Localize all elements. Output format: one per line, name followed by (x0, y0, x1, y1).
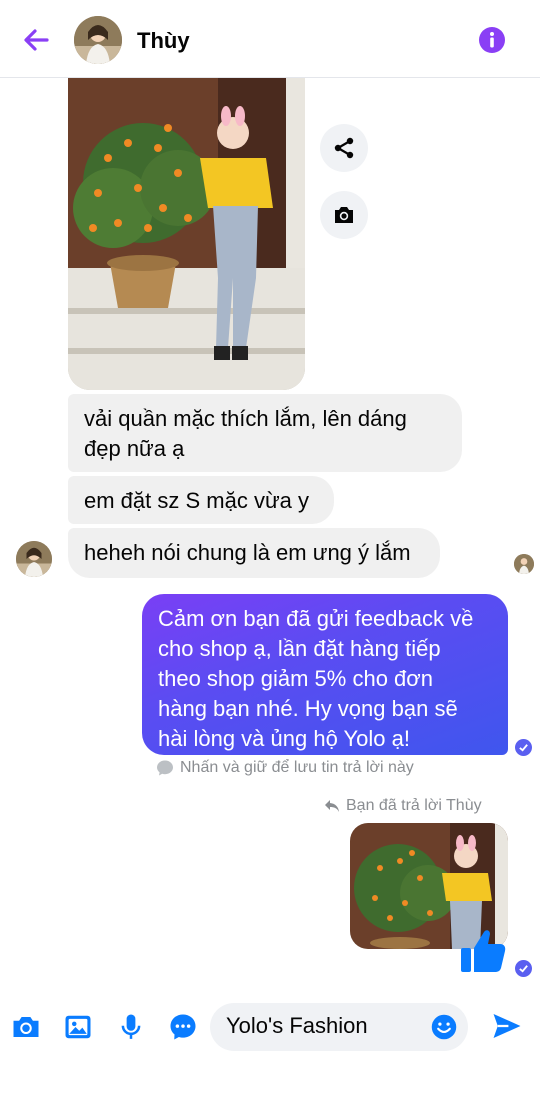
message-text: heheh nói chung là em ưng ý lắm (84, 540, 411, 565)
share-icon (334, 137, 354, 159)
sender-avatar[interactable] (16, 541, 52, 577)
sent-message[interactable]: Cảm ơn bạn đã gửi feedback về cho shop ạ… (142, 594, 508, 755)
reply-note: Bạn đã trả lời Thùy (324, 797, 482, 815)
delivered-check-icon (515, 960, 532, 977)
share-button[interactable] (320, 124, 368, 172)
chat-header: Thùy (0, 0, 540, 78)
message-text: em đặt sz S mặc vừa y (84, 488, 310, 513)
seen-avatar (514, 554, 534, 574)
reply-arrow-icon (325, 800, 339, 812)
message-input[interactable]: Yolo's Fashion (210, 1003, 468, 1051)
back-arrow-icon[interactable] (20, 24, 52, 56)
microphone-icon[interactable] (115, 1011, 147, 1043)
camera-icon (335, 207, 353, 223)
send-icon[interactable] (490, 1009, 524, 1043)
chat-bubble-icon (157, 760, 173, 776)
message-text: vải quần mặc thích lắm, lên dáng đẹp nữa… (84, 406, 407, 461)
like-thumbs-up-icon (458, 926, 508, 976)
received-message[interactable]: heheh nói chung là em ưng ý lắm (68, 528, 440, 578)
gallery-icon[interactable] (62, 1011, 94, 1043)
save-reply-hint: Nhấn và giữ để lưu tin trả lời này (156, 759, 414, 777)
message-composer: Yolo's Fashion (0, 995, 540, 1061)
chat-bubble-icon[interactable] (167, 1011, 199, 1043)
received-photo[interactable] (68, 78, 305, 390)
delivered-check-icon (515, 739, 532, 756)
message-input-value: Yolo's Fashion (226, 1013, 368, 1038)
contact-avatar[interactable] (74, 16, 122, 64)
contact-name[interactable]: Thùy (137, 28, 190, 54)
emoji-icon[interactable] (430, 1013, 458, 1041)
camera-icon[interactable] (10, 1011, 42, 1043)
received-message[interactable]: vải quần mặc thích lắm, lên dáng đẹp nữa… (68, 394, 462, 472)
info-icon[interactable] (478, 26, 506, 54)
received-message[interactable]: em đặt sz S mặc vừa y (68, 476, 334, 524)
reply-note-text: Bạn đã trả lời Thùy (346, 797, 482, 814)
hint-text: Nhấn và giữ để lưu tin trả lời này (180, 759, 414, 776)
save-photo-button[interactable] (320, 191, 368, 239)
